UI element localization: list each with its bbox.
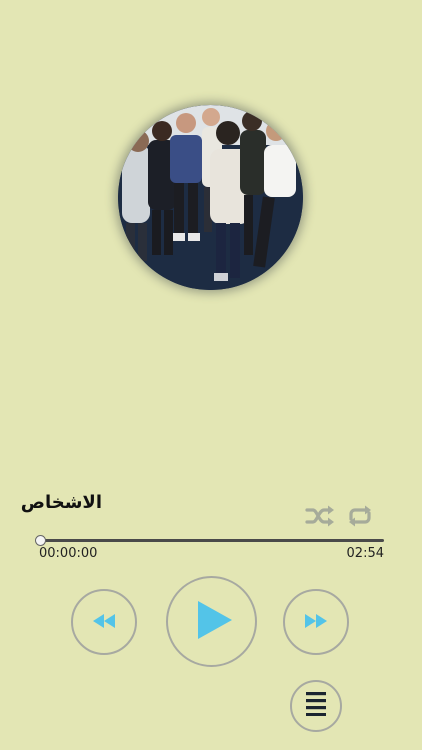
play-icon	[192, 600, 232, 643]
playback-mode-controls	[305, 504, 375, 528]
playlist-icon	[306, 692, 326, 720]
progress-slider[interactable]	[35, 535, 384, 546]
total-duration: 02:54	[346, 546, 384, 561]
track-title: الاشخاص	[20, 492, 102, 513]
fast-forward-button[interactable]	[283, 589, 349, 655]
play-button[interactable]	[166, 576, 257, 667]
progress-knob[interactable]	[35, 535, 46, 546]
rewind-button[interactable]	[71, 589, 137, 655]
rewind-icon	[92, 613, 116, 632]
fast-forward-icon	[304, 613, 328, 632]
repeat-icon[interactable]	[345, 504, 375, 528]
playlist-button[interactable]	[290, 680, 342, 732]
elapsed-time: 00:00:00	[39, 546, 98, 561]
album-photo	[118, 105, 303, 290]
album-artwork	[118, 105, 303, 290]
shuffle-icon[interactable]	[305, 504, 335, 528]
progress-track	[40, 539, 384, 542]
